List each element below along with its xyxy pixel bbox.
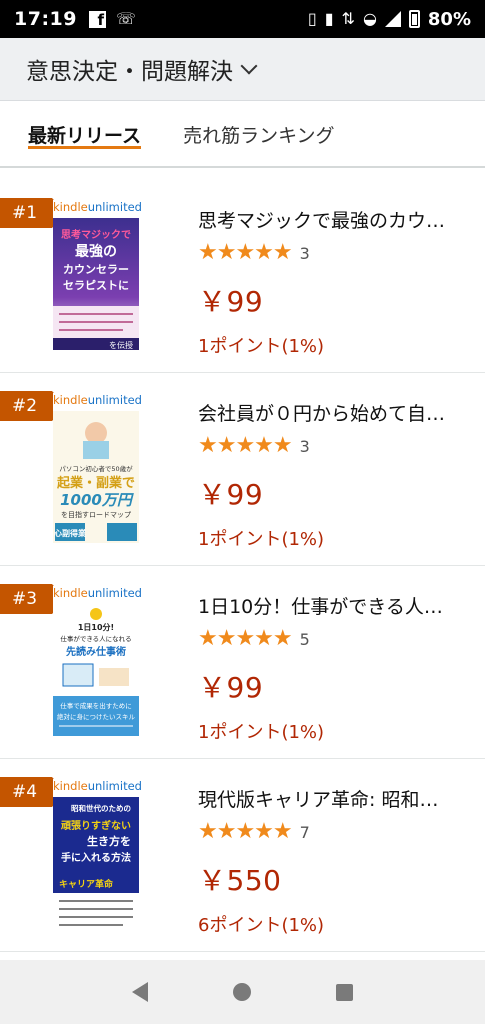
svg-text:最強の: 最強の <box>75 243 117 260</box>
back-icon[interactable] <box>132 982 149 1002</box>
svg-text:パソコン初心者で50歳が: パソコン初心者で50歳が <box>59 464 133 473</box>
item-rating[interactable]: ★★★★★ 5 <box>198 628 473 650</box>
item-title[interactable]: 1日10分！仕事ができる人… <box>198 592 468 619</box>
category-header[interactable]: 意思決定・問題解決 <box>0 38 485 101</box>
kindle-unlimited-logo: kindleunlimited <box>53 393 142 407</box>
svg-text:先読み仕事術: 先読み仕事術 <box>66 645 126 658</box>
rank-badge: #3 <box>0 584 66 614</box>
product-list: #1 kindleunlimited 思考マジックで 最強の カウンセラー セラ… <box>0 180 485 952</box>
item-points: 1ポイント(1%) <box>198 722 325 743</box>
kindle-unlimited-logo: kindleunlimited <box>53 779 142 793</box>
item-rating[interactable]: ★★★★★ 7 <box>198 821 473 843</box>
list-item[interactable]: #4 kindleunlimited 昭和世代のための 頑張りすぎない 生き方を… <box>0 759 485 952</box>
status-time: 17:19 <box>14 8 77 30</box>
chevron-down-icon[interactable] <box>240 57 258 75</box>
svg-text:1000万円: 1000万円 <box>60 491 135 509</box>
item-points: 6ポイント(1%) <box>198 915 325 936</box>
wifi-icon: ◒ <box>362 9 377 28</box>
tab-bar: 最新リリース 売れ筋ランキング <box>0 102 485 168</box>
status-left-icons: f ☏ <box>88 9 136 28</box>
svg-text:仕事ができる人になれる: 仕事ができる人になれる <box>60 634 131 643</box>
data-icon: ⇅ <box>341 9 355 28</box>
system-nav-bar <box>0 960 485 1024</box>
book-cover[interactable]: kindleunlimited 思考マジックで 最強の カウンセラー セラピスト… <box>53 200 142 350</box>
svg-text:キャリア革命: キャリア革命 <box>59 878 114 890</box>
star-rating-icon: ★★★★★ <box>198 240 293 265</box>
cover-art: 思考マジックで 最強の カウンセラー セラピストに を伝授 <box>53 218 139 350</box>
home-icon[interactable] <box>232 983 251 1001</box>
svg-text:絶対に身につけたいスキル: 絶対に身につけたいスキル <box>57 712 136 721</box>
item-price: ￥99 <box>198 285 264 318</box>
cover-art: パソコン初心者で50歳が 起業・副業で 1000万円 を目指すロードマップ 心副… <box>53 411 139 543</box>
item-points: 1ポイント(1%) <box>198 529 325 550</box>
book-cover[interactable]: kindleunlimited パソコン初心者で50歳が 起業・副業で 1000… <box>53 393 142 543</box>
battery-percent: 80% <box>427 8 471 30</box>
battery-icon <box>408 10 420 28</box>
signal-icon <box>384 11 401 27</box>
item-price: ￥550 <box>198 864 282 897</box>
item-info: 会社員が０円から始めて自… ★★★★★ 3 ￥99 1ポイント(1%) <box>198 399 473 551</box>
facebook-icon: f <box>88 10 106 28</box>
book-cover[interactable]: kindleunlimited 昭和世代のための 頑張りすぎない 生き方を 手に… <box>53 779 142 929</box>
book-cover[interactable]: kindleunlimited 1日10分! 仕事ができる人になれる 先読み仕事… <box>53 586 142 736</box>
svg-text:セラピストに: セラピストに <box>63 279 129 292</box>
item-info: 現代版キャリア革命: 昭和… ★★★★★ 7 ￥550 6ポイント(1%) <box>198 785 473 937</box>
star-rating-icon: ★★★★★ <box>198 819 293 844</box>
svg-text:昭和世代のための: 昭和世代のための <box>71 803 131 813</box>
wifi-call-icon: ☏ <box>115 9 136 28</box>
item-rating[interactable]: ★★★★★ 3 <box>198 242 473 264</box>
item-title[interactable]: 現代版キャリア革命: 昭和… <box>198 785 468 812</box>
item-price: ￥99 <box>198 478 264 511</box>
list-item[interactable]: #2 kindleunlimited パソコン初心者で50歳が 起業・副業で 1… <box>0 373 485 566</box>
vibrate-icon: ▮ <box>324 9 334 28</box>
star-rating-icon: ★★★★★ <box>198 626 293 651</box>
svg-text:生き方を: 生き方を <box>87 834 131 848</box>
nfc-icon: ▯ <box>307 9 317 28</box>
kindle-unlimited-logo: kindleunlimited <box>53 586 142 600</box>
rank-badge: #4 <box>0 777 66 807</box>
svg-text:頑張りすぎない: 頑張りすぎない <box>60 819 131 832</box>
svg-text:起業・副業で: 起業・副業で <box>56 475 135 491</box>
tab-best-sellers[interactable]: 売れ筋ランキング <box>183 101 334 167</box>
svg-text:思考マジックで: 思考マジックで <box>61 228 131 241</box>
category-title[interactable]: 意思決定・問題解決 <box>26 52 233 86</box>
rating-count: 3 <box>299 436 310 456</box>
item-info: 思考マジックで最強のカウ… ★★★★★ 3 ￥99 1ポイント(1%) <box>198 206 473 358</box>
item-points: 1ポイント(1%) <box>198 336 325 357</box>
cover-art: 1日10分! 仕事ができる人になれる 先読み仕事術 仕事で成果を出すために 絶対… <box>53 604 139 736</box>
list-item[interactable]: #3 kindleunlimited 1日10分! 仕事ができる人になれる 先読… <box>0 566 485 759</box>
status-right-icons: ▯ ▮ ⇅ ◒ 80% <box>308 9 471 30</box>
cover-art: 昭和世代のための 頑張りすぎない 生き方を 手に入れる方法 キャリア革命 <box>53 797 139 929</box>
svg-text:手に入れる方法: 手に入れる方法 <box>61 851 131 864</box>
svg-text:心副得業: 心副得業 <box>54 528 87 538</box>
svg-text:仕事で成果を出すために: 仕事で成果を出すために <box>60 701 132 710</box>
item-info: 1日10分！仕事ができる人… ★★★★★ 5 ￥99 1ポイント(1%) <box>198 592 473 744</box>
rank-badge: #2 <box>0 391 66 421</box>
item-title[interactable]: 会社員が０円から始めて自… <box>198 399 468 426</box>
tab-new-releases[interactable]: 最新リリース <box>28 101 142 167</box>
item-title[interactable]: 思考マジックで最強のカウ… <box>198 206 468 233</box>
list-item[interactable]: #1 kindleunlimited 思考マジックで 最強の カウンセラー セラ… <box>0 180 485 373</box>
status-bar: 17:19 f ☏ ▯ ▮ ⇅ ◒ 80% <box>0 0 485 38</box>
recent-apps-icon[interactable] <box>335 983 353 1001</box>
rank-badge: #1 <box>0 198 66 228</box>
rating-count: 7 <box>299 822 310 842</box>
item-rating[interactable]: ★★★★★ 3 <box>198 435 473 457</box>
item-price: ￥99 <box>198 671 264 704</box>
svg-text:を伝授: を伝授 <box>109 340 133 350</box>
svg-text:を目指すロードマップ: を目指すロードマップ <box>61 510 131 519</box>
rating-count: 3 <box>299 243 310 263</box>
svg-text:1日10分!: 1日10分! <box>78 622 114 632</box>
rating-count: 5 <box>299 629 310 649</box>
svg-text:カウンセラー: カウンセラー <box>63 263 129 276</box>
star-rating-icon: ★★★★★ <box>198 433 293 458</box>
kindle-unlimited-logo: kindleunlimited <box>53 200 142 214</box>
